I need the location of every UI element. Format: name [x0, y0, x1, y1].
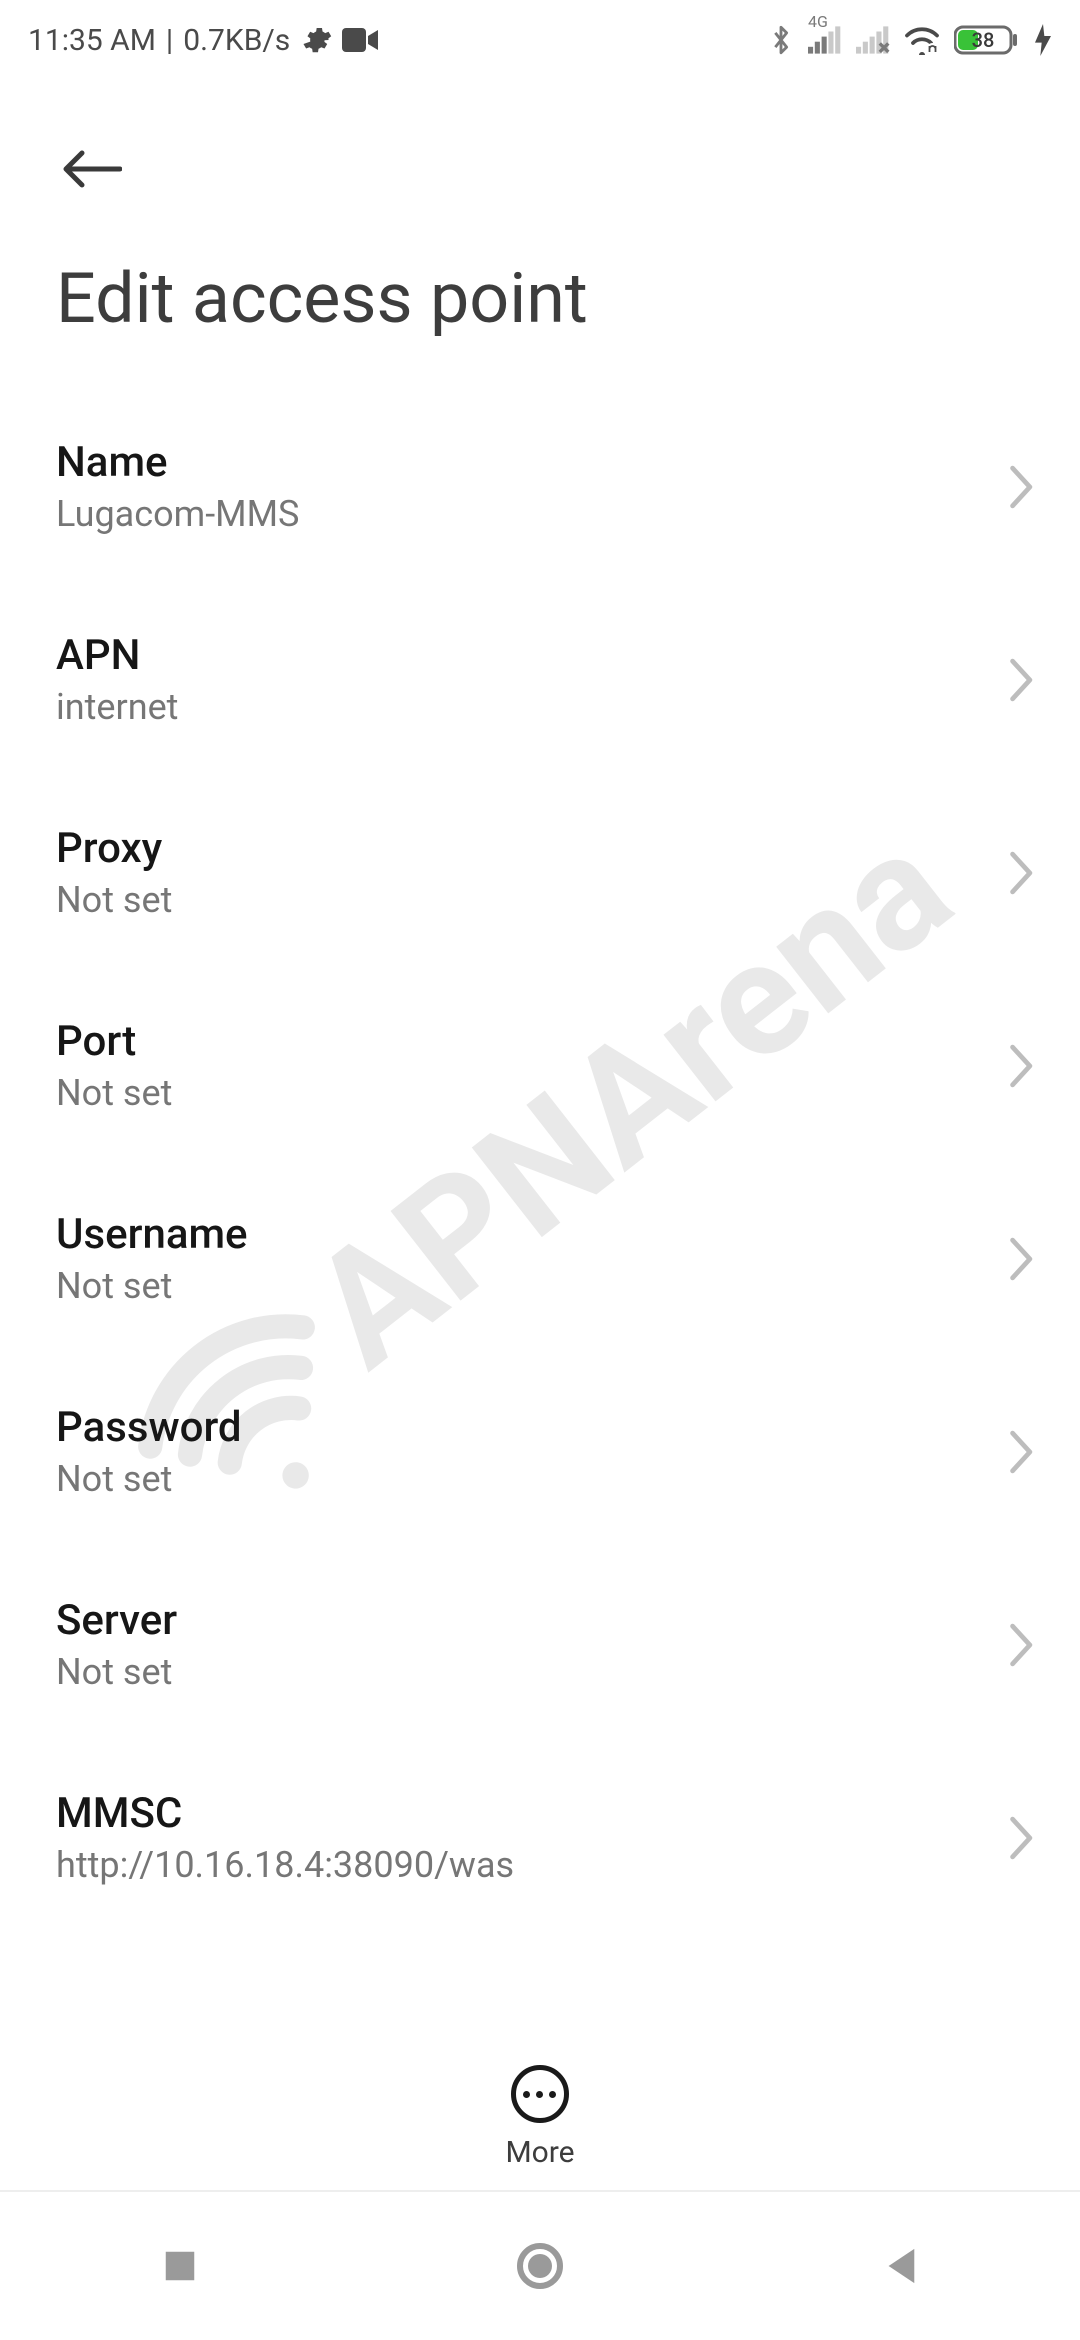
nav-bar [0, 2190, 1080, 2340]
more-button[interactable]: More [505, 2065, 574, 2170]
chevron-right-icon [1008, 1237, 1036, 1281]
header [0, 80, 1080, 204]
battery-icon: 38 [954, 24, 1020, 56]
triangle-left-icon [882, 2246, 918, 2286]
square-icon [161, 2247, 199, 2285]
wifi-status-icon [904, 25, 940, 55]
item-name[interactable]: Name Lugacom-MMS [0, 390, 1080, 583]
item-value: internet [56, 686, 178, 728]
battery-pct: 38 [972, 28, 995, 52]
page-title: Edit access point [0, 204, 1080, 350]
status-left: 11:35 AM | 0.7KB/s [28, 23, 378, 58]
more-icon [511, 2065, 569, 2123]
item-title: Password [56, 1403, 242, 1452]
charging-icon [1034, 24, 1052, 56]
item-value: Not set [56, 1072, 172, 1114]
status-time: 11:35 AM [28, 23, 156, 58]
item-title: Port [56, 1017, 172, 1066]
chevron-right-icon [1008, 1430, 1036, 1474]
item-value: Not set [56, 1651, 177, 1693]
item-title: Username [56, 1210, 248, 1259]
chevron-right-icon [1008, 1816, 1036, 1860]
nav-home-button[interactable] [440, 2216, 640, 2316]
bluetooth-icon [768, 23, 794, 57]
gear-icon [300, 24, 332, 56]
camera-icon [342, 26, 378, 54]
item-value: Not set [56, 1458, 242, 1500]
item-title: MMSC [56, 1789, 514, 1838]
item-server[interactable]: Server Not set [0, 1548, 1080, 1741]
status-net-speed: 0.7KB/s [183, 23, 290, 58]
status-4g-label: 4G [808, 12, 828, 31]
item-title: APN [56, 631, 178, 680]
item-apn[interactable]: APN internet [0, 583, 1080, 776]
item-password[interactable]: Password Not set [0, 1355, 1080, 1548]
item-value: http://10.16.18.4:38090/was [56, 1844, 514, 1886]
chevron-right-icon [1008, 1044, 1036, 1088]
item-mmsc[interactable]: MMSC http://10.16.18.4:38090/was [0, 1741, 1080, 1890]
signal-2-icon [856, 26, 890, 54]
status-bar: 11:35 AM | 0.7KB/s 4G [0, 0, 1080, 80]
item-port[interactable]: Port Not set [0, 969, 1080, 1162]
back-button[interactable] [56, 134, 126, 204]
item-value: Not set [56, 1265, 248, 1307]
bottom-action-bar: More [0, 2041, 1080, 2170]
chevron-right-icon [1008, 465, 1036, 509]
item-title: Name [56, 438, 299, 487]
status-sep: | [166, 23, 173, 58]
chevron-right-icon [1008, 851, 1036, 895]
status-right: 4G 38 [768, 23, 1052, 57]
nav-back-button[interactable] [800, 2216, 1000, 2316]
settings-list-viewport: Name Lugacom-MMS APN internet Proxy Not … [0, 350, 1080, 1890]
chevron-right-icon [1008, 1623, 1036, 1667]
item-title: Server [56, 1596, 177, 1645]
item-username[interactable]: Username Not set [0, 1162, 1080, 1355]
chevron-right-icon [1008, 658, 1036, 702]
nav-recents-button[interactable] [80, 2216, 280, 2316]
item-title: Proxy [56, 824, 172, 873]
item-value: Lugacom-MMS [56, 493, 299, 535]
arrow-left-icon [60, 148, 122, 190]
settings-list: Name Lugacom-MMS APN internet Proxy Not … [0, 350, 1080, 1890]
more-label: More [505, 2135, 574, 2170]
item-value: Not set [56, 879, 172, 921]
circle-icon [516, 2242, 564, 2290]
item-proxy[interactable]: Proxy Not set [0, 776, 1080, 969]
